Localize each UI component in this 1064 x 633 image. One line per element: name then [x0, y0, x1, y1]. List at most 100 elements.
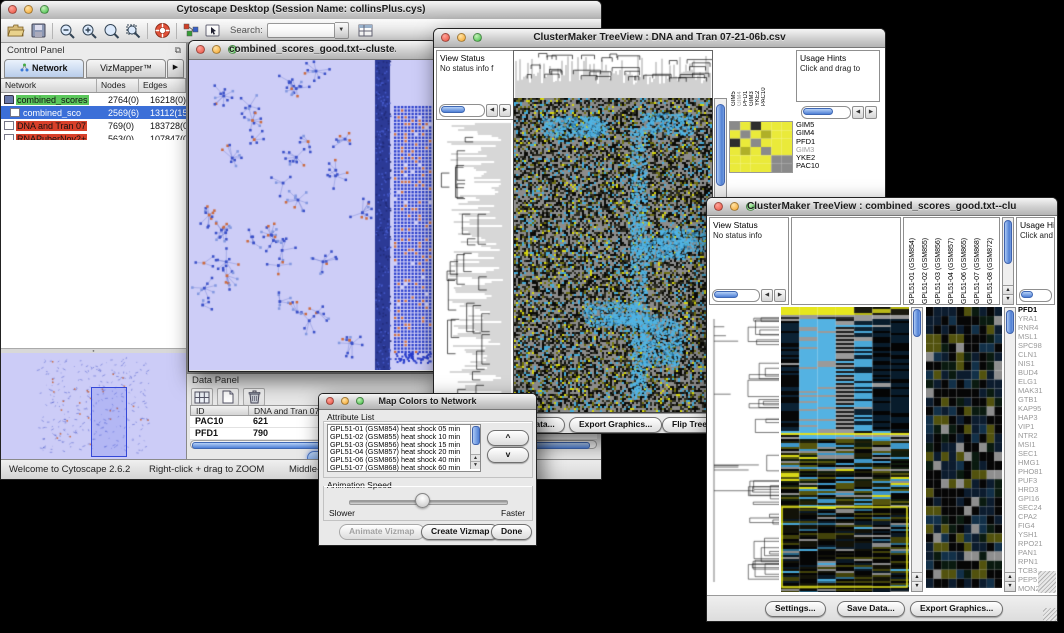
- export-graphics-button[interactable]: Export Graphics...: [910, 601, 1003, 617]
- minimize-icon[interactable]: [457, 33, 466, 42]
- gene-label[interactable]: HRD3: [1018, 485, 1055, 494]
- gene-label[interactable]: MSL1: [1018, 332, 1055, 341]
- close-icon[interactable]: [326, 397, 334, 405]
- open-session-icon[interactable]: [5, 21, 27, 41]
- vizmap-shapes-icon[interactable]: [180, 21, 202, 41]
- minimize-icon[interactable]: [212, 45, 221, 54]
- gene-label[interactable]: MSI1: [1018, 440, 1055, 449]
- gene-label[interactable]: GPI16: [1018, 494, 1055, 503]
- row-dendrogram[interactable]: [435, 122, 511, 412]
- gene-label[interactable]: YSH1: [1018, 530, 1055, 539]
- gene-label[interactable]: PUF3: [1018, 476, 1055, 485]
- attribute-grid-icon[interactable]: [191, 388, 213, 406]
- row-dendrogram[interactable]: [709, 307, 779, 592]
- save-session-icon[interactable]: [27, 21, 49, 41]
- view-status-scrollbar[interactable]: ◀▶: [439, 104, 511, 117]
- move-down-button[interactable]: v: [487, 447, 529, 463]
- attribute-list-item[interactable]: GPL51-07 (GSM868) heat shock 60 min: [328, 464, 480, 472]
- save-data-button[interactable]: Save Data...: [837, 601, 905, 617]
- labels-hscrollbar[interactable]: ◀▶: [801, 106, 877, 119]
- close-icon[interactable]: [8, 5, 17, 14]
- gene-label[interactable]: PFD1: [1018, 305, 1055, 314]
- heatmap-canvas[interactable]: [514, 98, 712, 412]
- new-document-icon[interactable]: [217, 388, 239, 406]
- minimize-icon[interactable]: [730, 202, 739, 211]
- gene-label[interactable]: PHO81: [1018, 467, 1055, 476]
- tab-overflow-arrow-icon[interactable]: ▶: [167, 59, 184, 78]
- resize-grip[interactable]: [1043, 608, 1057, 622]
- gene-label[interactable]: PAC10: [796, 162, 846, 170]
- tab-vizmapper[interactable]: VizMapper™: [86, 59, 166, 78]
- zoom-out-icon[interactable]: [56, 21, 78, 41]
- gene-label[interactable]: CPA2: [1018, 512, 1055, 521]
- zoom-fit-icon[interactable]: [122, 21, 144, 41]
- gene-label[interactable]: PAN1: [1018, 548, 1055, 557]
- float-panel-icon[interactable]: ⧉: [175, 45, 181, 56]
- zoom-heatmap[interactable]: [926, 307, 1002, 588]
- gene-label[interactable]: RPN1: [1018, 557, 1055, 566]
- tab-network[interactable]: Network: [4, 59, 84, 78]
- animate-vizmap-button[interactable]: Animate Vizmap: [339, 524, 425, 540]
- zoom-selected-icon[interactable]: [100, 21, 122, 41]
- zoom-vscrollbar[interactable]: ▲ ▼: [1004, 307, 1016, 592]
- delete-trash-icon[interactable]: [243, 388, 265, 406]
- gene-label[interactable]: GTB1: [1018, 395, 1055, 404]
- labels-vscrollbar[interactable]: ▲ ▼: [1002, 217, 1014, 305]
- help-lifesaver-icon[interactable]: [151, 21, 173, 41]
- treeview-dna-titlebar[interactable]: ClusterMaker TreeView : DNA and Tran 07-…: [434, 29, 885, 48]
- move-up-button[interactable]: ^: [487, 430, 529, 446]
- minimize-icon[interactable]: [341, 397, 349, 405]
- zoom-in-icon[interactable]: [78, 21, 100, 41]
- network-list-row[interactable]: combined_scores 2764(0) 16218(0): [1, 93, 186, 106]
- slider-thumb[interactable]: [415, 493, 430, 508]
- gene-label[interactable]: BUD4: [1018, 368, 1055, 377]
- gene-label[interactable]: KAP95: [1018, 404, 1055, 413]
- overview-viewport-rect[interactable]: [91, 387, 127, 457]
- annotation-select-icon[interactable]: [202, 21, 224, 41]
- gene-label[interactable]: RPO21: [1018, 539, 1055, 548]
- create-vizmap-button[interactable]: Create Vizmap: [421, 524, 499, 540]
- gene-label[interactable]: YRA1: [1018, 314, 1055, 323]
- column-dendrogram[interactable]: [514, 51, 712, 99]
- network-list-row[interactable]: combined_sco 2569(6) 13112(15): [1, 106, 186, 119]
- gene-label[interactable]: MAK31: [1018, 386, 1055, 395]
- usage-hints-scrollbar[interactable]: [1019, 289, 1052, 302]
- gene-label[interactable]: SPC98: [1018, 341, 1055, 350]
- heatmap-canvas[interactable]: [781, 307, 909, 592]
- gene-label[interactable]: FIG4: [1018, 521, 1055, 530]
- gene-label[interactable]: SEC24: [1018, 503, 1055, 512]
- gene-label[interactable]: SEC1: [1018, 449, 1055, 458]
- gene-label[interactable]: NIS1: [1018, 359, 1055, 368]
- column-tree-panel[interactable]: [791, 217, 901, 305]
- view-status-scrollbar[interactable]: ◀▶: [712, 289, 786, 302]
- main-window-titlebar[interactable]: Cytoscape Desktop (Session Name: collins…: [1, 1, 601, 20]
- close-icon[interactable]: [714, 202, 723, 211]
- gene-label[interactable]: CLN1: [1018, 350, 1055, 359]
- resize-grip[interactable]: [1038, 571, 1056, 593]
- heatmap-vscrollbar[interactable]: ▲ ▼: [911, 307, 923, 592]
- gene-label[interactable]: ELG1: [1018, 377, 1055, 386]
- attribute-list-scrollbar[interactable]: ▲ ▼: [470, 425, 480, 469]
- settings-button[interactable]: Settings...: [765, 601, 826, 617]
- network-window-titlebar[interactable]: combined_scores_good.txt--cluste...: [189, 41, 436, 60]
- network-overview-panel[interactable]: [1, 353, 186, 459]
- search-dropdown-icon[interactable]: ▼: [335, 22, 349, 39]
- export-graphics-button[interactable]: Export Graphics...: [569, 417, 662, 433]
- gene-label[interactable]: VIP1: [1018, 422, 1055, 431]
- attribute-table-icon[interactable]: [355, 21, 377, 41]
- attribute-listbox[interactable]: GPL51-01 (GSM854) heat shock 05 minGPL51…: [327, 424, 481, 472]
- network-canvas[interactable]: [189, 60, 434, 370]
- gene-label[interactable]: HAP3: [1018, 413, 1055, 422]
- close-icon[interactable]: [441, 33, 450, 42]
- done-button[interactable]: Done: [491, 524, 532, 540]
- gene-label[interactable]: RNR4: [1018, 323, 1055, 332]
- gene-label[interactable]: NTR2: [1018, 431, 1055, 440]
- close-icon[interactable]: [196, 45, 205, 54]
- network-list-row[interactable]: DNA and Tran 07 769(0) 183728(0): [1, 119, 186, 132]
- gene-label[interactable]: HMG1: [1018, 458, 1055, 467]
- dialog-titlebar[interactable]: Map Colors to Network: [319, 394, 536, 410]
- search-input[interactable]: [267, 23, 335, 38]
- treeview-combined-titlebar[interactable]: ClusterMaker TreeView : combined_scores_…: [707, 198, 1057, 216]
- minimize-icon[interactable]: [24, 5, 33, 14]
- correlation-matrix[interactable]: [729, 121, 793, 173]
